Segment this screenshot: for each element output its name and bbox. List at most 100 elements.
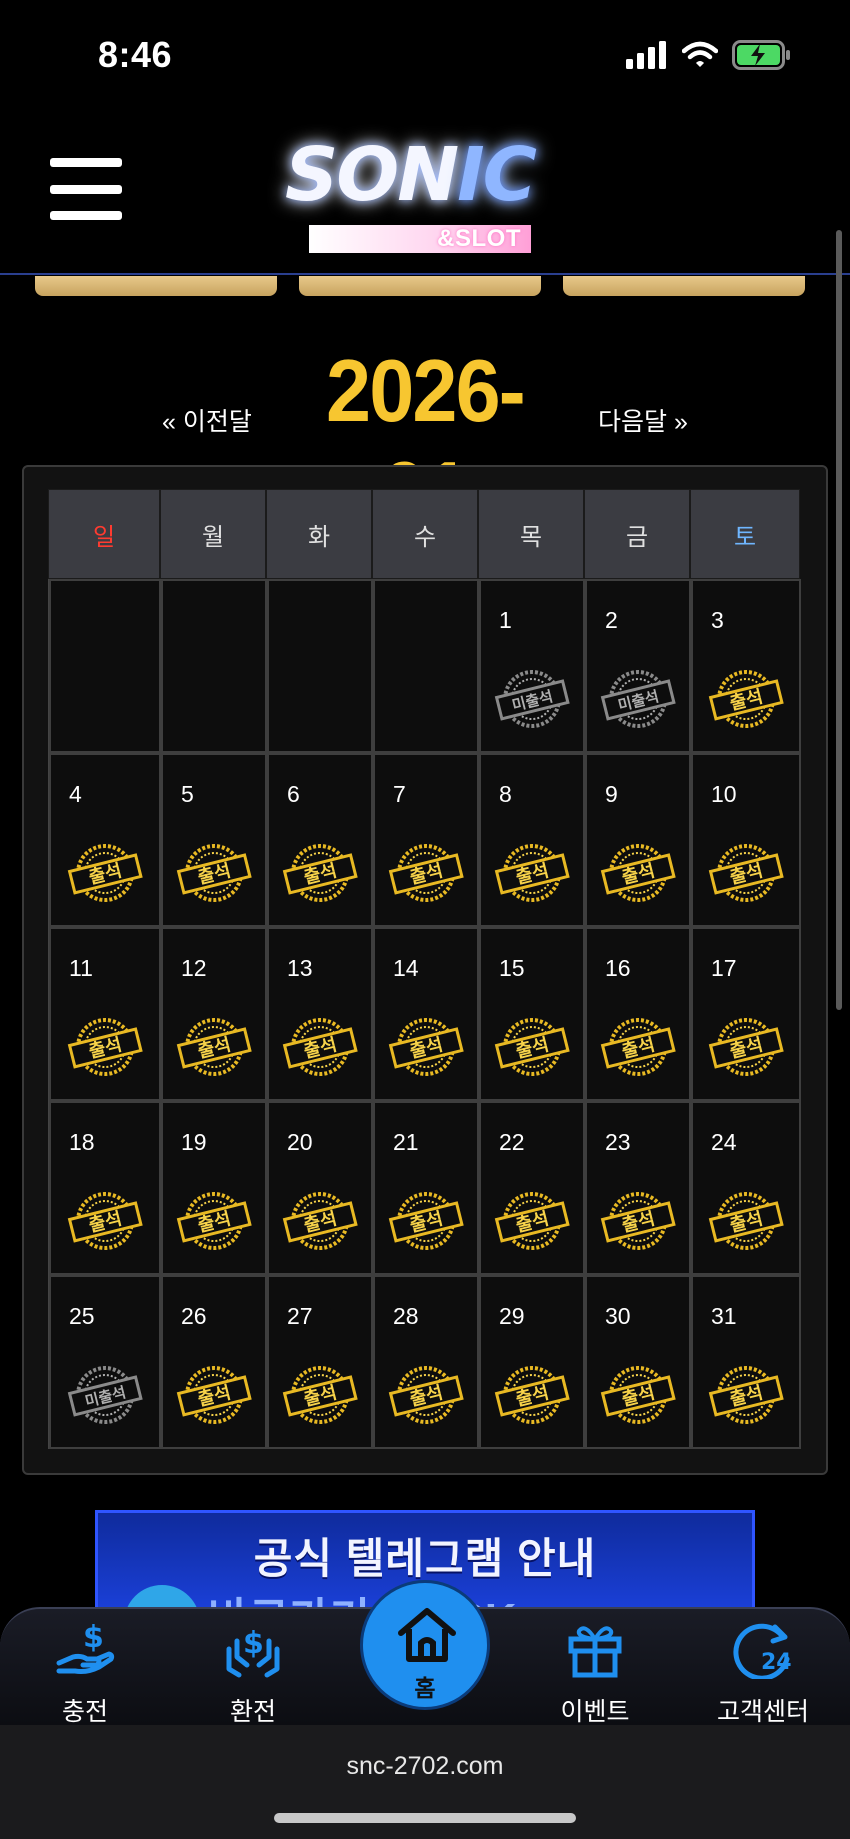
day-number: 21 <box>393 1129 419 1155</box>
hamburger-menu-button[interactable] <box>50 158 122 220</box>
deposit-money-hand-icon: $ <box>56 1620 115 1674</box>
nav-support[interactable]: 24 고객센터 <box>688 1619 838 1728</box>
day-number: 22 <box>499 1129 525 1155</box>
attendance-stamp-icon: 출석 <box>706 1363 786 1427</box>
day-cell[interactable]: 4 출석 <box>49 753 161 927</box>
day-cell[interactable]: 6 출석 <box>267 753 373 927</box>
cellular-signal-icon <box>626 41 666 69</box>
nav-home-button[interactable]: 홈 <box>360 1580 490 1710</box>
attendance-stamp-icon: 출석 <box>174 1363 254 1427</box>
day-cell[interactable]: 13 출석 <box>267 927 373 1101</box>
weekday-header: 금 <box>584 489 690 579</box>
logo-wordmark: SONIC <box>285 132 537 218</box>
day-cell[interactable]: 16 출석 <box>585 927 691 1101</box>
home-indicator <box>274 1813 576 1823</box>
attendance-stamp-icon: 출석 <box>598 1363 678 1427</box>
day-cell[interactable]: 21 출석 <box>373 1101 479 1275</box>
day-cell[interactable]: 23 출석 <box>585 1101 691 1275</box>
day-cell[interactable]: 18 출석 <box>49 1101 161 1275</box>
day-number: 30 <box>605 1303 631 1329</box>
day-cell[interactable]: 25 미출석 <box>49 1275 161 1449</box>
day-cell[interactable]: 10 출석 <box>691 753 801 927</box>
top-menu-button[interactable] <box>299 276 541 296</box>
nav-charge-label: 충전 <box>61 1698 108 1726</box>
day-cell[interactable]: 22 출석 <box>479 1101 585 1275</box>
calendar-grid: 일월화수목금토 1 미출석 2 미출석 3 출석 4 출석 5 출석 6 출석 7 출석 8 출석 9 출석 10 출… <box>48 489 804 1449</box>
day-cell[interactable]: 9 출석 <box>585 753 691 927</box>
page-scrollbar[interactable] <box>836 230 842 1010</box>
app-header: SONIC &SLOT <box>0 110 850 275</box>
day-number: 31 <box>711 1303 737 1329</box>
day-cell[interactable]: 28 출석 <box>373 1275 479 1449</box>
day-number: 15 <box>499 955 525 981</box>
empty-day-cell <box>373 579 479 753</box>
day-cell[interactable]: 20 출석 <box>267 1101 373 1275</box>
day-number: 2 <box>605 607 618 633</box>
day-cell[interactable]: 19 출석 <box>161 1101 267 1275</box>
day-number: 26 <box>181 1303 207 1329</box>
day-number: 7 <box>393 781 406 807</box>
attendance-stamp-icon: 출석 <box>598 1015 678 1079</box>
banner-title: 공식 텔레그램 안내 <box>253 1535 597 1582</box>
day-cell[interactable]: 14 출석 <box>373 927 479 1101</box>
absent-stamp-icon: 미출석 <box>65 1363 145 1427</box>
day-cell[interactable]: 12 출석 <box>161 927 267 1101</box>
prev-month-link[interactable]: « 이전달 <box>162 402 252 438</box>
attendance-stamp-icon: 출석 <box>280 841 360 905</box>
weekday-header-row: 일월화수목금토 <box>48 489 804 579</box>
day-number: 29 <box>499 1303 525 1329</box>
day-cell[interactable]: 7 출석 <box>373 753 479 927</box>
day-cell[interactable]: 27 출석 <box>267 1275 373 1449</box>
browser-bar: snc-2702.com <box>0 1725 850 1839</box>
day-number: 16 <box>605 955 631 981</box>
nav-event[interactable]: 이벤트 <box>520 1619 670 1728</box>
weekday-header: 수 <box>372 489 478 579</box>
nav-home-label: 홈 <box>414 1675 436 1701</box>
attendance-calendar: 일월화수목금토 1 미출석 2 미출석 3 출석 4 출석 5 출석 6 출석 7 출석 8 출석 9 출석 10 출… <box>22 465 828 1475</box>
day-cell[interactable]: 5 출석 <box>161 753 267 927</box>
logo-subtitle: &SLOT <box>309 225 531 253</box>
url-text[interactable]: snc-2702.com <box>0 1752 850 1781</box>
day-cell[interactable]: 2 미출석 <box>585 579 691 753</box>
nav-exchange[interactable]: $ 환전 <box>178 1619 328 1728</box>
top-menu-button[interactable] <box>563 276 805 296</box>
day-cell[interactable]: 24 출석 <box>691 1101 801 1275</box>
empty-day-cell <box>49 579 161 753</box>
day-number: 9 <box>605 781 618 807</box>
svg-text:24: 24 <box>761 1650 792 1675</box>
svg-text:$: $ <box>243 1626 264 1661</box>
nav-event-label: 이벤트 <box>560 1698 630 1726</box>
attendance-stamp-icon: 출석 <box>598 841 678 905</box>
sonic-logo[interactable]: SONIC &SLOT <box>285 132 575 253</box>
day-number: 19 <box>181 1129 207 1155</box>
battery-charging-icon <box>732 40 790 70</box>
support-24h-icon: 24 <box>733 1623 792 1681</box>
day-number: 23 <box>605 1129 631 1155</box>
day-number: 3 <box>711 607 724 633</box>
day-cell[interactable]: 29 출석 <box>479 1275 585 1449</box>
day-cell[interactable]: 11 출석 <box>49 927 161 1101</box>
nav-support-label: 고객센터 <box>716 1698 809 1726</box>
weekday-header: 화 <box>266 489 372 579</box>
attendance-stamp-icon: 출석 <box>492 1363 572 1427</box>
top-menu-button[interactable] <box>35 276 277 296</box>
menu-line-icon <box>50 158 122 167</box>
day-cell[interactable]: 15 출석 <box>479 927 585 1101</box>
day-cell[interactable]: 31 출석 <box>691 1275 801 1449</box>
day-cell[interactable]: 1 미출석 <box>479 579 585 753</box>
nav-charge[interactable]: $ 충전 <box>10 1619 160 1728</box>
day-cell[interactable]: 26 출석 <box>161 1275 267 1449</box>
day-number: 18 <box>69 1129 95 1155</box>
attendance-stamp-icon: 출석 <box>386 1189 466 1253</box>
day-number: 14 <box>393 955 419 981</box>
attendance-stamp-icon: 출석 <box>706 841 786 905</box>
day-cell[interactable]: 17 출석 <box>691 927 801 1101</box>
next-month-link[interactable]: 다음달 » <box>598 402 688 438</box>
status-time: 8:46 <box>98 34 173 75</box>
day-number: 5 <box>181 781 194 807</box>
attendance-stamp-icon: 출석 <box>280 1015 360 1079</box>
day-cell[interactable]: 30 출석 <box>585 1275 691 1449</box>
day-number: 8 <box>499 781 512 807</box>
day-cell[interactable]: 3 출석 <box>691 579 801 753</box>
day-cell[interactable]: 8 출석 <box>479 753 585 927</box>
